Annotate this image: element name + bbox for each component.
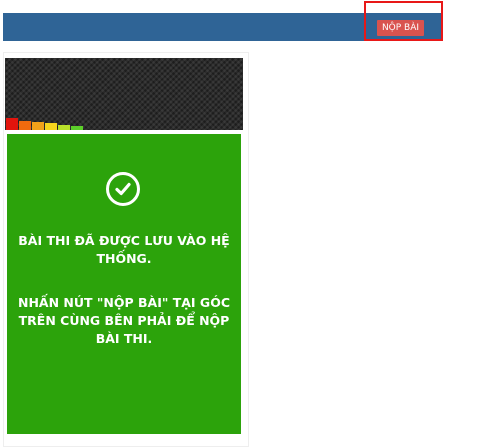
- level-bar-6: [71, 126, 83, 130]
- saved-message: BÀI THI ĐÃ ĐƯỢC LƯU VÀO HỆ THỐNG.: [18, 233, 230, 266]
- level-bar-1: [6, 118, 18, 130]
- submit-exam-button[interactable]: NỘP BÀI: [377, 20, 424, 36]
- saved-status-card: BÀI THI ĐÃ ĐƯỢC LƯU VÀO HỆ THỐNG. NHẤN N…: [7, 134, 241, 434]
- level-bar-2: [19, 121, 31, 130]
- progress-banner: [5, 58, 243, 130]
- exam-page: NỘP BÀI BÀI THI ĐÃ ĐƯỢC LƯU VÀO HỆ THỐNG…: [0, 0, 484, 447]
- level-bar-4: [45, 123, 57, 130]
- level-bar-3: [32, 122, 44, 130]
- submit-instruction: NHẤN NÚT "NỘP BÀI" TẠI GÓC TRÊN CÙNG BÊN…: [18, 295, 230, 346]
- check-circle-icon: [106, 172, 140, 206]
- level-bar-5: [58, 125, 70, 130]
